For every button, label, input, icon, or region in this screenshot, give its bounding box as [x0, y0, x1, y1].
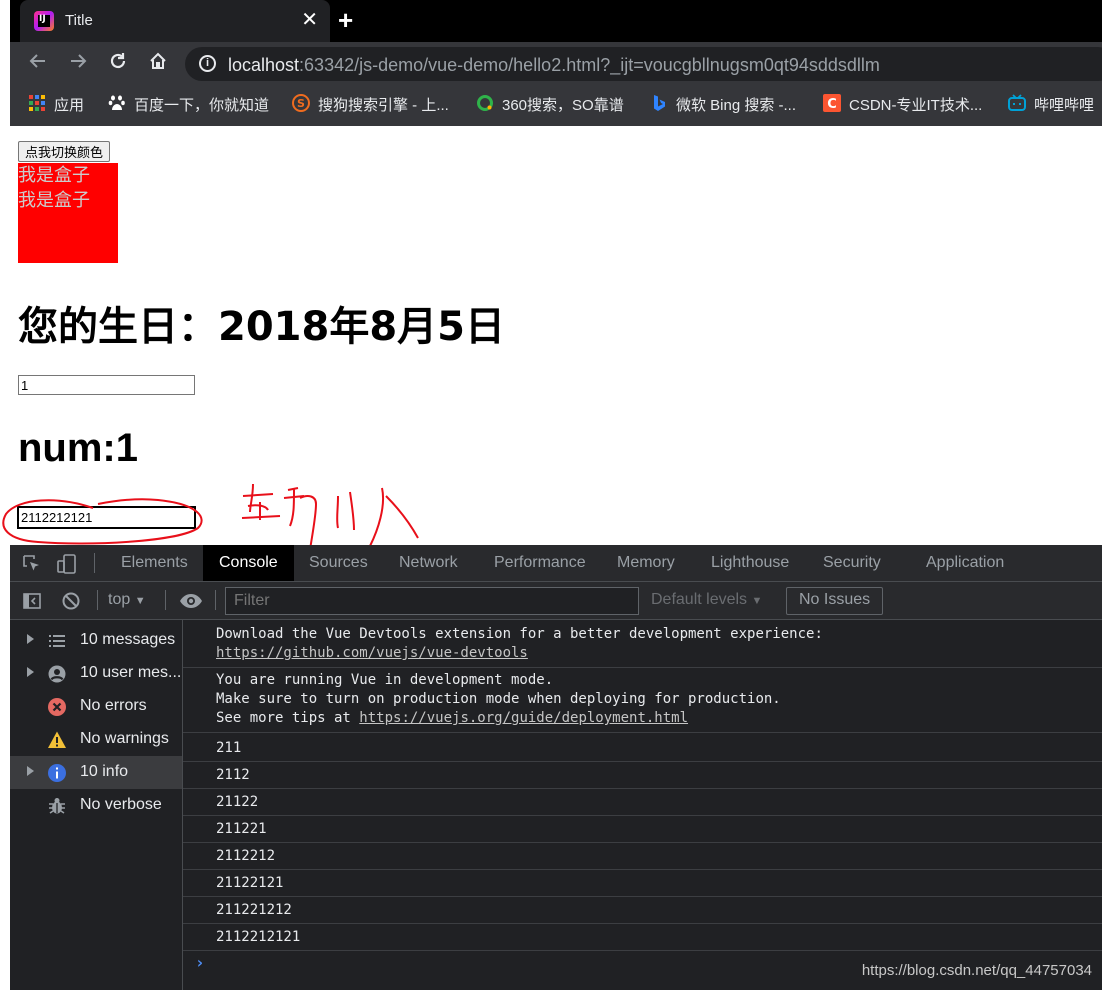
context-selector[interactable]: top ▼	[108, 591, 146, 609]
console-output: Download the Vue Devtools extension for …	[183, 620, 1102, 990]
console-log-row: 2112212	[183, 843, 1102, 870]
url-text: localhost:63342/js-demo/vue-demo/hello2.…	[228, 55, 880, 75]
bookmark-bing[interactable]: 微软 Bing 搜索 -...	[650, 94, 796, 118]
num-heading: num:1	[18, 426, 138, 470]
num-input[interactable]	[18, 375, 195, 395]
csdn-icon: C	[823, 93, 841, 112]
bookmark-360[interactable]: 360搜索，SO靠谱	[476, 94, 624, 118]
tab-lighthouse[interactable]: Lighthouse	[711, 545, 789, 581]
colored-box: 我是盒子 我是盒子	[18, 163, 118, 263]
sidebar-item-messages[interactable]: 10 messages	[10, 624, 182, 657]
console-log-row: 21122121	[183, 870, 1102, 897]
bookmark-bilibili[interactable]: 哔哩哔哩	[1008, 93, 1094, 118]
error-icon	[48, 698, 66, 716]
birthday-heading: 您的生日：2018年8月5日	[18, 304, 505, 350]
home-icon[interactable]	[145, 51, 171, 77]
console-message: You are running Vue in development mode.…	[183, 671, 1102, 733]
user-icon	[48, 665, 66, 683]
sogou-icon: S	[292, 93, 310, 112]
device-toolbar-icon[interactable]	[57, 554, 77, 574]
inspect-element-icon[interactable]	[22, 554, 42, 574]
bookmark-baidu[interactable]: 百度一下，你就知道	[108, 94, 269, 118]
live-expression-eye-icon[interactable]	[179, 591, 203, 611]
console-log-row: 211221212	[183, 897, 1102, 924]
dropdown-arrow-icon: ▼	[134, 595, 146, 607]
tab-network[interactable]: Network	[399, 545, 458, 581]
toolbar-divider	[94, 553, 95, 573]
bookmark-sogou[interactable]: S 搜狗搜索引擎 - 上...	[292, 93, 449, 118]
watermark-text: https://blog.csdn.net/qq_44757034	[861, 962, 1092, 979]
expand-caret-icon	[27, 766, 34, 776]
sidebar-item-warnings[interactable]: No warnings	[10, 723, 182, 756]
baidu-paw-icon	[108, 95, 125, 110]
intellij-favicon-icon: IJ	[34, 11, 54, 31]
bookmark-csdn[interactable]: C CSDN-专业IT技术...	[823, 93, 982, 118]
console-log-row: 21122	[183, 789, 1102, 816]
address-bar[interactable]: i localhost:63342/js-demo/vue-demo/hello…	[185, 47, 1102, 81]
sidebar-item-info[interactable]: 10 info	[10, 756, 182, 789]
list-icon	[49, 635, 65, 647]
tab-console[interactable]: Console	[203, 545, 294, 581]
360-search-icon	[477, 94, 493, 111]
filter-divider-2	[165, 590, 166, 610]
dropdown-arrow-icon: ▼	[751, 595, 763, 607]
sidebar-item-verbose[interactable]: No verbose	[10, 789, 182, 822]
browser-tab[interactable]: IJ Title ✕	[20, 0, 330, 42]
console-sidebar: 10 messages 10 user mes... No errors No	[10, 620, 183, 990]
page-viewport: 点我切换颜色 我是盒子 我是盒子 您的生日：2018年8月5日 num:1	[2, 126, 1102, 556]
console-log-row: 211221	[183, 816, 1102, 843]
back-arrow-icon[interactable]	[25, 51, 51, 77]
filter-divider-3	[215, 590, 216, 610]
vue-deployment-link[interactable]: https://vuejs.org/guide/deployment.html	[359, 710, 688, 726]
bilibili-tv-icon	[1008, 93, 1026, 111]
console-log-row: 2112212121	[183, 924, 1102, 951]
bug-icon	[49, 798, 65, 814]
toggle-color-button[interactable]: 点我切换颜色	[18, 141, 111, 162]
warning-icon	[48, 731, 66, 748]
tab-elements[interactable]: Elements	[121, 545, 188, 581]
svg-text:C: C	[827, 97, 837, 112]
forward-arrow-icon[interactable]	[65, 51, 91, 77]
expand-caret-icon	[27, 667, 34, 677]
browser-tab-bar: IJ Title ✕ +	[10, 0, 1102, 42]
expand-caret-icon	[27, 634, 34, 644]
tab-sources[interactable]: Sources	[309, 545, 368, 581]
box-text-2: 我是盒子	[18, 190, 90, 211]
log-levels-dropdown[interactable]: Default levels ▼	[651, 591, 762, 609]
filter-divider-1	[97, 590, 98, 610]
box-text-1: 我是盒子	[18, 165, 90, 186]
bing-icon	[654, 94, 665, 111]
sidebar-item-user-messages[interactable]: 10 user mes...	[10, 657, 182, 690]
devtools-panel: Elements Console Sources Network Perform…	[10, 545, 1102, 990]
sidebar-item-errors[interactable]: No errors	[10, 690, 182, 723]
console-message: Download the Vue Devtools extension for …	[183, 625, 1102, 668]
bookmarks-bar: 应用 百度一下，你就知道 S 搜狗搜索引擎 - 上... 360搜索，SO靠谱 …	[10, 86, 1102, 126]
tab-title: Title	[65, 12, 93, 29]
show-sidebar-icon[interactable]	[22, 591, 42, 611]
vue-devtools-link[interactable]: https://github.com/vuejs/vue-devtools	[216, 645, 528, 661]
close-tab-icon[interactable]: ✕	[301, 9, 318, 31]
console-log-row: 2112	[183, 762, 1102, 789]
console-prompt[interactable]: ›	[195, 953, 205, 972]
tab-performance[interactable]: Performance	[494, 545, 586, 581]
tab-memory[interactable]: Memory	[617, 545, 675, 581]
console-log-row: 211	[183, 735, 1102, 762]
console-filter-input[interactable]	[225, 587, 639, 615]
site-info-icon[interactable]: i	[199, 55, 216, 72]
info-icon	[48, 764, 66, 782]
console-filter-bar: top ▼ Default levels ▼ No Issues	[10, 582, 1102, 620]
devtools-tab-bar: Elements Console Sources Network Perform…	[10, 545, 1102, 582]
tab-application[interactable]: Application	[926, 545, 1004, 581]
issues-button[interactable]: No Issues	[786, 587, 884, 615]
reload-icon[interactable]	[105, 51, 131, 77]
apps-grid-icon	[29, 94, 45, 111]
svg-text:S: S	[297, 97, 305, 110]
tab-security[interactable]: Security	[823, 545, 881, 581]
clear-console-icon[interactable]	[61, 591, 81, 611]
new-tab-button[interactable]: +	[338, 7, 353, 33]
browser-toolbar: i localhost:63342/js-demo/vue-demo/hello…	[10, 42, 1102, 86]
bookmark-apps[interactable]: 应用	[28, 94, 84, 118]
